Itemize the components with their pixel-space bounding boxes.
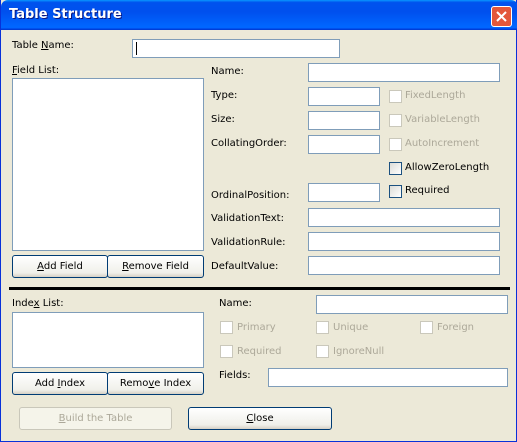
validation-rule-label: ValidationRule:: [211, 237, 286, 248]
field-list-label: Field List:: [12, 65, 60, 76]
index-fields-input[interactable]: [268, 368, 508, 387]
foreign-checkbox[interactable]: [420, 321, 433, 334]
table-name-label: Table Name:: [12, 40, 74, 51]
size-input[interactable]: [308, 111, 380, 130]
type-input[interactable]: [308, 87, 380, 106]
default-value-label: DefaultValue:: [211, 261, 279, 272]
default-value-input[interactable]: [308, 256, 500, 275]
close-window-button[interactable]: [491, 6, 512, 27]
build-table-button[interactable]: Build the Table: [19, 407, 172, 430]
validation-rule-input[interactable]: [308, 232, 500, 251]
index-required-checkbox[interactable]: [220, 345, 233, 358]
add-field-button[interactable]: Add Field: [12, 255, 108, 278]
collating-order-input[interactable]: [308, 135, 380, 154]
validation-text-input[interactable]: [308, 208, 500, 227]
close-button[interactable]: Close: [188, 407, 332, 430]
ignore-null-checkbox[interactable]: [316, 345, 329, 358]
unique-checkbox[interactable]: [316, 321, 329, 334]
ordinal-position-input[interactable]: [308, 183, 380, 202]
auto-increment-checkbox[interactable]: [389, 138, 402, 151]
ignore-null-label: IgnoreNull: [333, 346, 385, 357]
section-divider: [9, 287, 510, 290]
fields-label: Fields:: [219, 370, 251, 381]
variable-length-checkbox[interactable]: [389, 114, 402, 127]
add-index-button[interactable]: Add Index: [12, 372, 108, 395]
size-label: Size:: [211, 114, 235, 125]
field-name-label: Name:: [211, 66, 244, 77]
index-name-input[interactable]: [316, 295, 508, 314]
fixed-length-label: FixedLength: [405, 90, 466, 101]
allow-zero-length-label: AllowZeroLength: [405, 162, 490, 173]
index-name-label: Name:: [219, 298, 252, 309]
primary-label: Primary: [237, 322, 276, 333]
table-name-input[interactable]: [132, 39, 340, 58]
variable-length-label: VariableLength: [405, 114, 480, 125]
remove-field-button[interactable]: Remove Field: [107, 255, 204, 278]
field-name-input[interactable]: [308, 63, 500, 82]
fixed-length-checkbox[interactable]: [389, 90, 402, 103]
remove-index-button[interactable]: Remove Index: [107, 372, 204, 395]
type-label: Type:: [211, 90, 238, 101]
index-required-label: Required: [237, 346, 282, 357]
title-bar[interactable]: Table Structure: [1, 0, 517, 30]
close-x-icon: [496, 11, 507, 22]
validation-text-label: ValidationText:: [211, 213, 284, 224]
allow-zero-length-checkbox[interactable]: [389, 162, 402, 175]
foreign-label: Foreign: [437, 322, 475, 333]
required-label: Required: [405, 185, 450, 196]
auto-increment-label: AutoIncrement: [405, 138, 480, 149]
field-list[interactable]: [12, 78, 204, 251]
primary-checkbox[interactable]: [220, 321, 233, 334]
unique-label: Unique: [333, 322, 369, 333]
window-title: Table Structure: [9, 7, 122, 22]
required-checkbox[interactable]: [389, 185, 402, 198]
table-structure-dialog: Table Structure Table Name: Field List: …: [0, 0, 517, 442]
ordinal-position-label: OrdinalPosition:: [211, 190, 290, 201]
index-list-label: Index List:: [12, 298, 64, 309]
collating-order-label: CollatingOrder:: [211, 138, 287, 149]
index-list[interactable]: [12, 312, 204, 368]
